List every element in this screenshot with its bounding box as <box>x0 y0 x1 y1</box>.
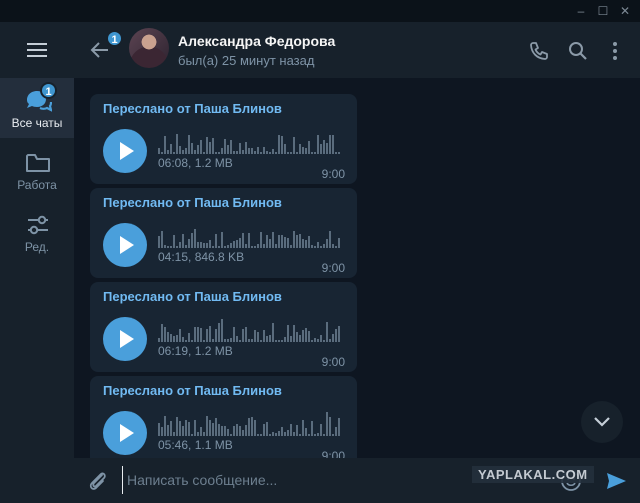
play-button[interactable] <box>103 223 147 267</box>
duration-size: 05:46, 1.1 MB <box>158 438 233 452</box>
forwarded-from-link[interactable]: Переслано от Паша Блинов <box>103 383 282 398</box>
waveform[interactable] <box>158 412 343 436</box>
play-button[interactable] <box>103 317 147 361</box>
folder-label: Работа <box>17 178 57 192</box>
waveform[interactable] <box>158 224 343 248</box>
title-bar: – ☐ ✕ <box>0 0 640 22</box>
chat-header: 1 Александра Федорова был(а) 25 минут на… <box>74 22 640 78</box>
unread-badge: 1 <box>40 82 57 99</box>
waveform[interactable] <box>158 130 343 154</box>
voice-message: Переслано от Паша Блинов 06:08, 1.2 MB 9… <box>90 94 357 184</box>
folder-edit[interactable]: Ред. <box>0 202 74 262</box>
search-icon[interactable] <box>567 40 589 62</box>
play-button[interactable] <box>103 411 147 455</box>
forwarded-from-link[interactable]: Переслано от Паша Блинов <box>103 195 282 210</box>
folder-work[interactable]: Работа <box>0 140 74 200</box>
maximize-button[interactable]: ☐ <box>596 4 610 18</box>
message-time: 9:00 <box>321 261 345 275</box>
send-icon[interactable] <box>604 469 628 493</box>
watermark: YAPLAKAL.COM <box>472 466 594 483</box>
last-seen-status: был(а) 25 минут назад <box>178 53 315 68</box>
chevron-down-icon <box>594 417 610 427</box>
duration-size: 04:15, 846.8 KB <box>158 250 245 264</box>
message-time: 9:00 <box>321 167 345 181</box>
waveform[interactable] <box>158 318 343 342</box>
voice-message: Переслано от Паша Блинов 05:46, 1.1 MB 9… <box>90 376 357 458</box>
sliders-icon <box>28 215 48 235</box>
duration-size: 06:19, 1.2 MB <box>158 344 233 358</box>
message-time: 9:00 <box>321 355 345 369</box>
paperclip-icon[interactable] <box>86 469 110 493</box>
folder-all-chats[interactable]: 1 Все чаты <box>0 78 74 138</box>
close-button[interactable]: ✕ <box>618 4 632 18</box>
message-input[interactable] <box>122 466 522 494</box>
hamburger-icon <box>27 43 47 57</box>
chat-title[interactable]: Александра Федорова <box>178 33 335 49</box>
back-unread-badge: 1 <box>106 30 123 47</box>
forwarded-from-link[interactable]: Переслано от Паша Блинов <box>103 101 282 116</box>
forwarded-from-link[interactable]: Переслано от Паша Блинов <box>103 289 282 304</box>
folder-icon <box>26 154 50 172</box>
duration-size: 06:08, 1.2 MB <box>158 156 233 170</box>
message-list[interactable]: Переслано от Паша Блинов 06:08, 1.2 MB 9… <box>74 78 640 458</box>
scroll-down-button[interactable] <box>581 401 623 443</box>
more-vertical-icon[interactable] <box>604 40 626 62</box>
folder-label: Ред. <box>24 240 50 254</box>
phone-icon[interactable] <box>528 40 550 62</box>
menu-button[interactable] <box>0 22 74 78</box>
folder-sidebar: 1 Все чаты Работа Ред. <box>0 22 74 503</box>
message-time: 9:00 <box>321 449 345 458</box>
minimize-button[interactable]: – <box>574 4 588 18</box>
avatar[interactable] <box>129 28 169 68</box>
folder-label: Все чаты <box>11 116 63 130</box>
voice-message: Переслано от Паша Блинов 06:19, 1.2 MB 9… <box>90 282 357 372</box>
play-button[interactable] <box>103 129 147 173</box>
voice-message: Переслано от Паша Блинов 04:15, 846.8 KB… <box>90 188 357 278</box>
